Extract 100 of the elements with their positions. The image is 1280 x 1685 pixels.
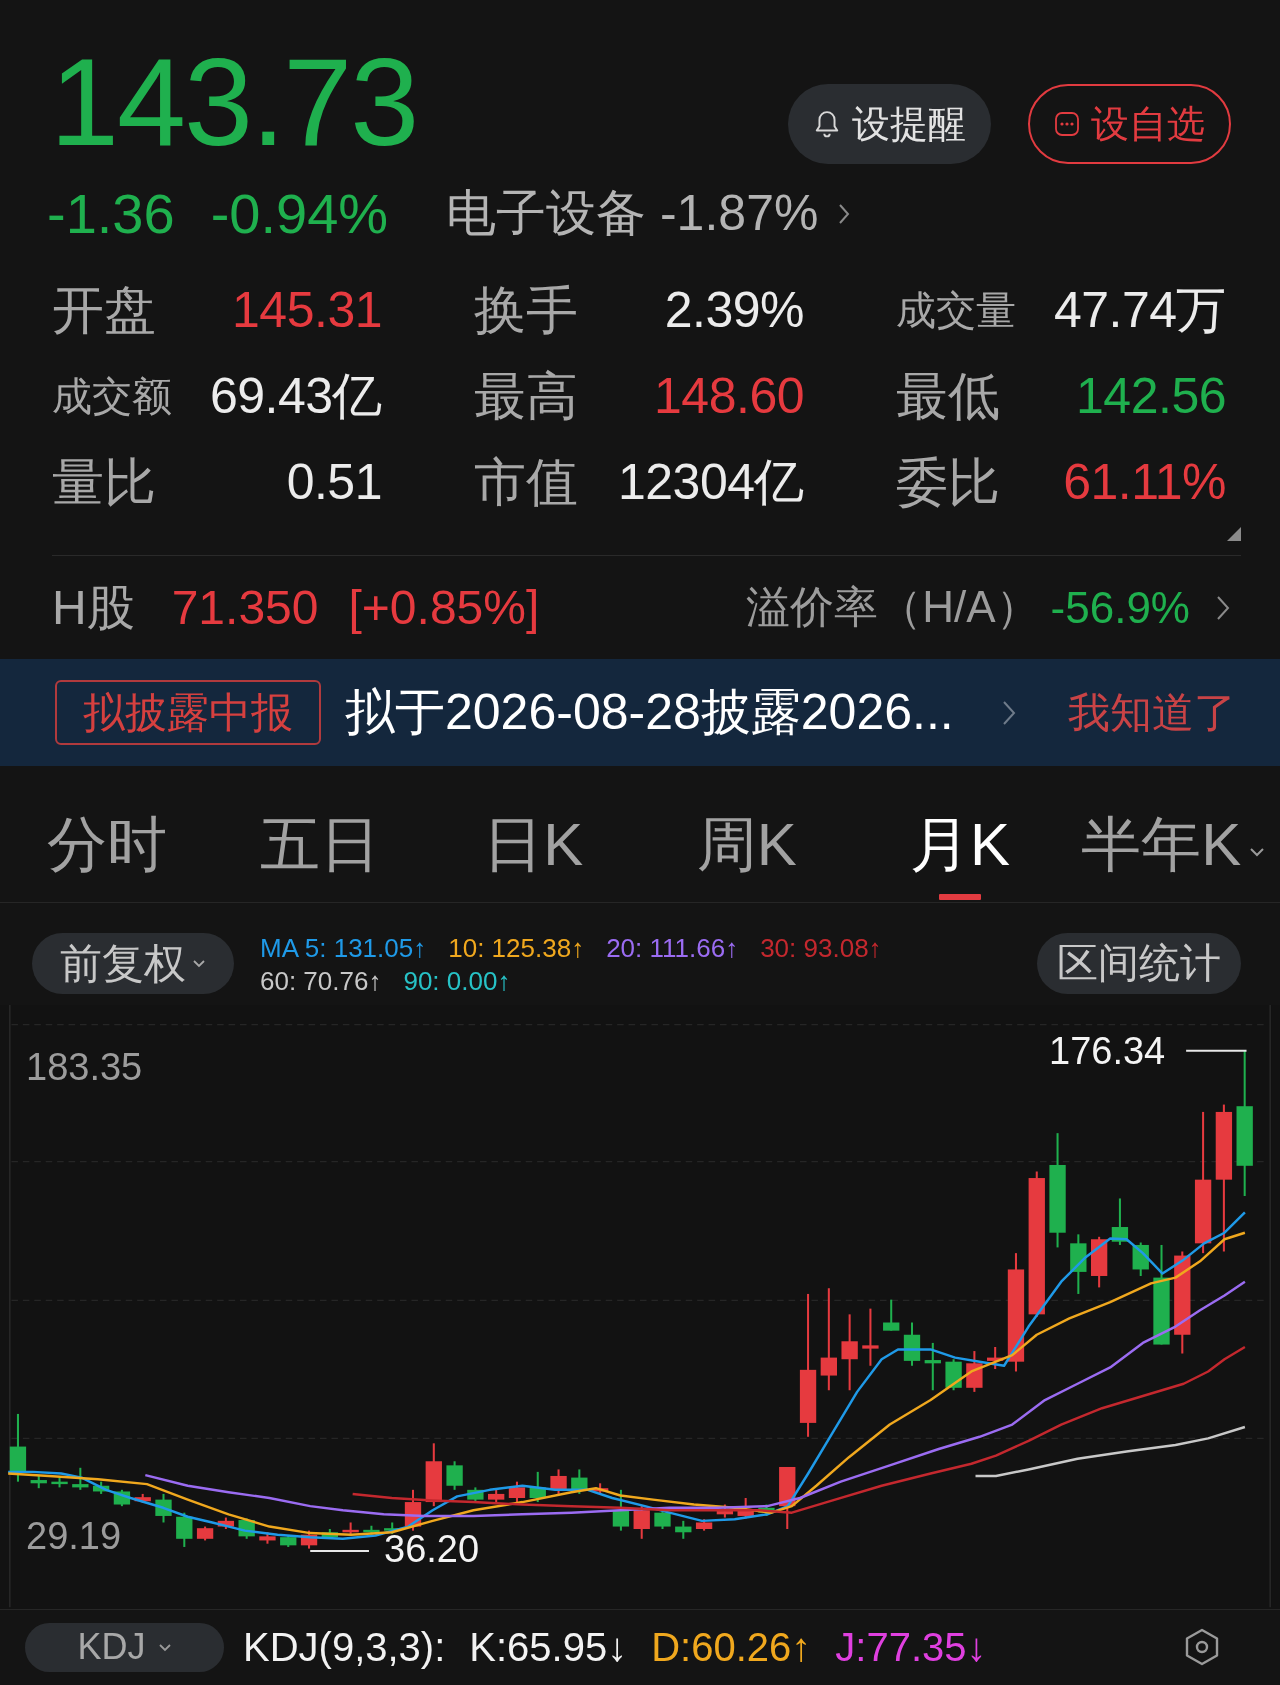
candlestick [280,1535,297,1547]
stat-value: 12304亿 [617,453,804,512]
candlestick [176,1512,193,1547]
dots-square-icon [1054,112,1079,136]
notice-tag: 拟披露中报 [55,680,321,745]
h-share-price: 71.350 [171,580,319,635]
range-stats-button[interactable]: 区间统计 [1037,933,1241,994]
stat-label: 换手 [474,280,578,340]
period-tab[interactable]: 周K [696,782,797,902]
leader-line [310,1550,369,1553]
chevron-right-icon [838,202,851,225]
candlestick [987,1347,1004,1370]
indicator-value: D:60.26↑ [651,1624,812,1670]
candlestick [321,1529,338,1539]
period-tab[interactable]: 五日 [260,782,380,902]
candlestick [675,1520,692,1539]
stat-label: 最高 [474,366,578,426]
period-tab[interactable]: 半年K [1081,782,1266,902]
candlestick [883,1299,900,1331]
moving-average-value: MA 5: 131.05↑ [260,932,427,965]
stat-value: 142.56 [1076,367,1226,426]
candlestick [924,1342,941,1391]
stat-value: 2.39% [664,281,804,340]
premium-rate-value: -56.9% [1050,582,1190,633]
candlestick [259,1532,276,1544]
candlestick [591,1483,609,1495]
bell-icon [813,110,840,138]
candlestick [508,1481,526,1504]
candlestick [571,1469,588,1494]
percent-change: -0.94% [210,181,389,247]
low-price-label: 36.20 [384,1530,480,1568]
adjustment-dropdown[interactable]: 前复权 [32,933,234,994]
period-tab[interactable]: 分时 [46,782,167,902]
stat-label: 量比 [52,452,156,512]
candlestick [758,1504,775,1516]
candlestick [716,1504,734,1518]
h-share-label: H股 [52,579,135,636]
candlestick [134,1493,151,1503]
moving-average-value: 20: 111.66↑ [606,932,739,965]
candlestick [446,1461,463,1490]
candlestick [363,1525,380,1535]
moving-average-value: 10: 125.38↑ [448,932,585,965]
high-price-label: 176.34 [1049,1032,1166,1070]
chevron-down-icon [1249,847,1266,857]
candlestick [966,1351,983,1392]
candlestick [342,1522,359,1536]
candlestick [1070,1234,1087,1294]
sector-link[interactable]: 电子设备 -1.87% [446,180,851,247]
premium-rate-label: 溢价率（H/A） [746,581,1040,633]
last-price: 143.73 [50,40,418,164]
chevron-right-icon[interactable] [1216,594,1230,621]
price-change: -1.36 [47,181,175,247]
candlestick [654,1510,671,1529]
stat-label: 开盘 [52,280,156,340]
stat-value: 61.11% [1063,453,1226,512]
candlestick [1132,1242,1149,1276]
candlestick [155,1493,172,1523]
indicator-dropdown[interactable]: KDJ [25,1622,224,1672]
candlestick [113,1489,131,1507]
h-share-change: [+0.85%] [348,580,540,635]
notice-message[interactable]: 拟于2026-08-28披露2026... [345,679,954,746]
period-tab[interactable]: 日K [483,782,584,902]
candlestick [217,1517,235,1529]
corner-triangle-icon[interactable] [1227,527,1241,541]
moving-average-value: 90: 0.00↑ [403,965,511,998]
candlestick [196,1526,214,1541]
leader-line [1186,1049,1247,1052]
stat-value: 145.31 [232,281,382,340]
candlestick [92,1481,110,1494]
candlestick [467,1487,484,1503]
moving-average-value: 30: 93.08↑ [760,932,882,965]
period-tab[interactable]: 月K [909,782,1010,902]
candlestick [903,1322,921,1366]
candlestick [529,1471,546,1503]
indicator-parameters: KDJ(9,3,3): [243,1624,446,1670]
stat-label: 最低 [896,366,1000,426]
add-watchlist-button[interactable]: 设自选 [1028,84,1231,164]
settings-icon[interactable] [1184,1628,1220,1666]
candlestick [737,1498,754,1519]
candlestick [633,1506,650,1539]
set-alert-button[interactable]: 设提醒 [788,84,991,164]
stat-value: 148.60 [654,367,804,426]
candlestick [238,1518,255,1539]
stat-label: 委比 [896,452,1000,512]
candlestick [30,1475,47,1489]
stat-value: 47.74万 [1053,281,1226,340]
candlestick [945,1359,962,1391]
candlestick [1090,1236,1108,1288]
candlestick [612,1489,630,1531]
indicator-value: K:65.95↓ [469,1624,628,1670]
axis-max-label: 183.35 [26,1048,143,1086]
candlestick [1111,1198,1129,1245]
chevron-down-icon [157,1642,172,1652]
candlestick [404,1489,422,1531]
chevron-right-icon[interactable] [1002,699,1016,726]
candlestick [300,1530,318,1549]
candlestick [72,1467,89,1490]
stat-value: 0.51 [286,453,382,512]
stat-label: 成交额 [52,373,172,420]
stat-value: 69.43亿 [209,367,382,426]
